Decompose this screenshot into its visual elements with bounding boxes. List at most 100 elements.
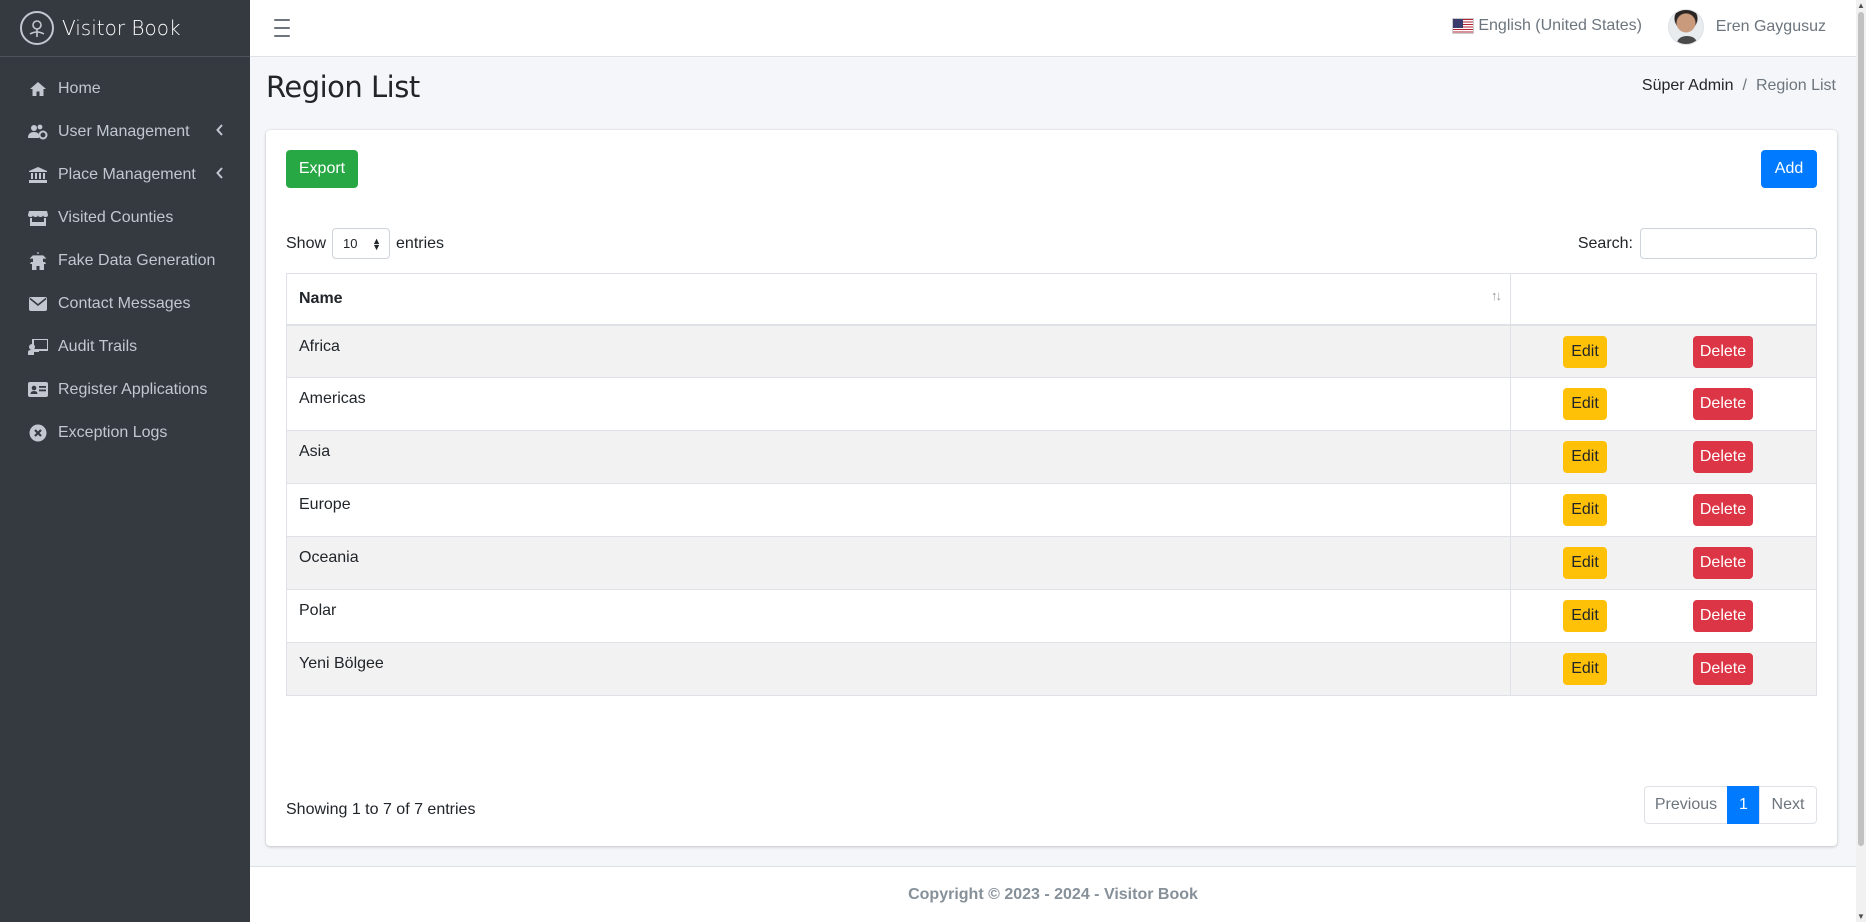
region-name-cell: Asia [286, 430, 1511, 484]
page-scrollbar[interactable]: ▲ ▼ [1856, 0, 1866, 922]
sidebar-item-label: Home [58, 79, 101, 97]
table-row: Americas Edit Delete [286, 377, 1817, 431]
sidebar-item-label: Audit Trails [58, 337, 138, 355]
actions-cell: Edit Delete [1510, 642, 1817, 696]
edit-button[interactable]: Edit [1563, 335, 1607, 368]
sidebar-item-label: Contact Messages [58, 294, 191, 312]
region-name-cell: Africa [286, 324, 1511, 378]
add-button[interactable]: Add [1761, 150, 1817, 188]
breadcrumb-parent-link[interactable]: Süper Admin [1642, 77, 1734, 95]
sidebar-item-contact-messages[interactable]: Contact Messages [0, 282, 250, 325]
breadcrumb: Süper Admin / Region List [1642, 77, 1836, 95]
breadcrumb-separator: / [1742, 77, 1747, 94]
delete-button[interactable]: Delete [1693, 441, 1753, 473]
chalkboard-teacher-icon [27, 337, 49, 357]
name-column-label: Name [299, 289, 343, 307]
pagination-previous-button[interactable]: Previous [1644, 786, 1728, 824]
store-icon [27, 208, 49, 228]
home-icon [27, 79, 49, 99]
actions-cell: Edit Delete [1510, 589, 1817, 643]
sidebar-item-label: Register Applications [58, 380, 208, 398]
actions-cell: Edit Delete [1510, 430, 1817, 484]
top-navbar: English (United States) Eren Gaygusuz [250, 0, 1856, 57]
sidebar-item-visited-counties[interactable]: Visited Counties [0, 196, 250, 239]
brand-link[interactable]: Visitor Book [0, 0, 250, 57]
edit-button[interactable]: Edit [1563, 547, 1607, 579]
delete-button[interactable]: Delete [1693, 547, 1753, 579]
page-length-value: 10 [343, 236, 358, 251]
sort-icon: ↑↓ [1491, 288, 1502, 303]
delete-button[interactable]: Delete [1693, 388, 1753, 420]
page-length-control: Show 10 ▲ ▼ entries [286, 228, 444, 259]
chevron-left-icon [216, 124, 226, 139]
name-column-header[interactable]: Name ↑↓ [286, 273, 1511, 326]
actions-cell: Edit Delete [1510, 324, 1817, 378]
show-label: Show [286, 234, 327, 252]
table-row: Europe Edit Delete [286, 483, 1817, 537]
envelope-icon [27, 294, 49, 314]
edit-button[interactable]: Edit [1563, 494, 1607, 526]
sidebar-item-place-management[interactable]: Place Management [0, 153, 250, 196]
pagination-next-button[interactable]: Next [1759, 786, 1817, 824]
footer: Copyright © 2023 - 2024 - Visitor Book [250, 866, 1856, 922]
actions-cell: Edit Delete [1510, 536, 1817, 590]
sidebar: Visitor Book Home User Management Place … [0, 0, 250, 922]
language-label: English (United States) [1478, 17, 1642, 34]
us-flag-icon [1452, 18, 1475, 34]
scroll-up-arrow-icon[interactable]: ▲ [1857, 1, 1865, 10]
edit-button[interactable]: Edit [1563, 653, 1607, 685]
actions-cell: Edit Delete [1510, 483, 1817, 537]
actions-column-header [1510, 273, 1817, 326]
search-input[interactable] [1640, 228, 1817, 259]
sidebar-item-label: Exception Logs [58, 423, 168, 441]
region-name-cell: Yeni Bölgee [286, 642, 1511, 696]
region-name-cell: Americas [286, 377, 1511, 431]
sidebar-nav: Home User Management Place Management Vi… [0, 57, 250, 454]
table-row: Oceania Edit Delete [286, 536, 1817, 590]
actions-cell: Edit Delete [1510, 377, 1817, 431]
sidebar-item-fake-data-generation[interactable]: Fake Data Generation [0, 239, 250, 282]
delete-button[interactable]: Delete [1693, 335, 1753, 368]
export-button[interactable]: Export [286, 150, 358, 188]
delete-button[interactable]: Delete [1693, 653, 1753, 685]
table-header-row: Name ↑↓ [286, 273, 1817, 326]
user-menu[interactable]: Eren Gaygusuz [1667, 9, 1826, 45]
region-table: Name ↑↓ Africa Edit Delete Americas Edit… [286, 273, 1817, 696]
region-list-card: Export Add Show 10 ▲ ▼ entries Search: Na… [266, 130, 1837, 846]
select-arrows-icon: ▲ ▼ [372, 235, 382, 252]
times-circle-icon [27, 423, 49, 443]
hamburger-menu-icon[interactable] [274, 19, 290, 37]
sidebar-item-label: Place Management [58, 165, 196, 183]
brand-text: Visitor Book [62, 16, 181, 40]
id-card-icon [27, 380, 49, 400]
landmark-icon [27, 165, 49, 185]
edit-button[interactable]: Edit [1563, 600, 1607, 632]
language-selector[interactable]: English (United States) [1452, 17, 1642, 35]
sidebar-item-register-applications[interactable]: Register Applications [0, 368, 250, 411]
entries-label: entries [396, 234, 445, 252]
page-title: Region List [266, 70, 420, 104]
avatar [1667, 9, 1704, 45]
sidebar-item-label: User Management [58, 122, 190, 140]
scroll-down-arrow-icon[interactable]: ▼ [1857, 912, 1865, 921]
page-length-select[interactable]: 10 ▲ ▼ [332, 228, 391, 259]
delete-button[interactable]: Delete [1693, 494, 1753, 526]
chevron-left-icon [216, 167, 226, 182]
delete-button[interactable]: Delete [1693, 600, 1753, 632]
sidebar-item-home[interactable]: Home [0, 67, 250, 110]
visitor-book-logo-icon [20, 11, 54, 45]
pagination-page-1-button[interactable]: 1 [1727, 786, 1760, 824]
users-cog-icon [27, 122, 49, 142]
user-name: Eren Gaygusuz [1715, 18, 1826, 35]
scrollbar-thumb[interactable] [1858, 12, 1864, 846]
sidebar-item-audit-trails[interactable]: Audit Trails [0, 325, 250, 368]
pagination: Previous 1 Next [1644, 786, 1817, 824]
table-row: Polar Edit Delete [286, 589, 1817, 643]
search-label: Search: [1577, 234, 1633, 252]
edit-button[interactable]: Edit [1563, 441, 1607, 473]
region-name-cell: Polar [286, 589, 1511, 643]
sidebar-item-exception-logs[interactable]: Exception Logs [0, 411, 250, 454]
edit-button[interactable]: Edit [1563, 388, 1607, 420]
search-control: Search: [1578, 228, 1817, 259]
sidebar-item-user-management[interactable]: User Management [0, 110, 250, 153]
